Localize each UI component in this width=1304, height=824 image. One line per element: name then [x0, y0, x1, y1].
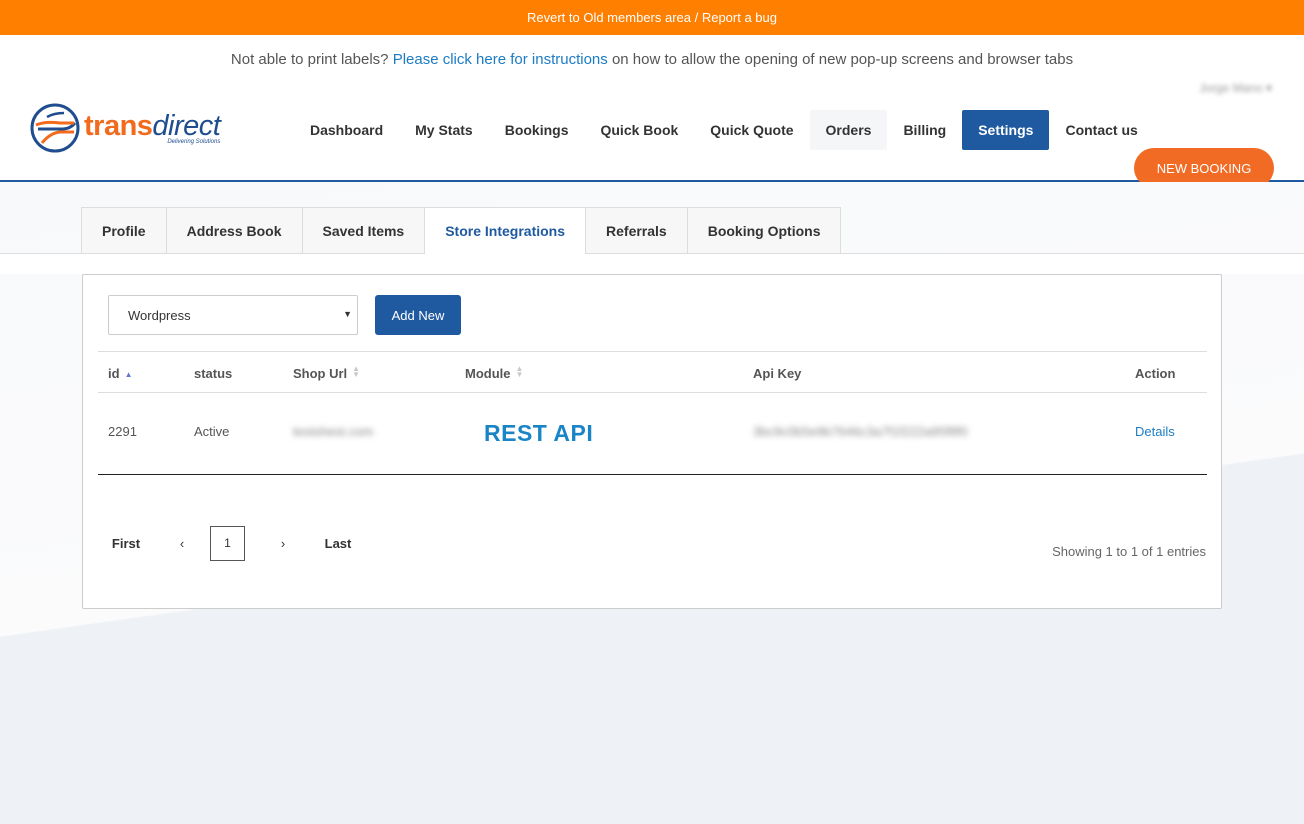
details-link[interactable]: Details	[1135, 424, 1175, 439]
nav-orders[interactable]: Orders	[809, 110, 888, 150]
pagination: First ‹ 1 › Last	[98, 525, 355, 561]
nav-dashboard[interactable]: Dashboard	[294, 110, 399, 150]
sort-icon[interactable]: ▲ ▼	[352, 365, 360, 379]
tab-saved-items[interactable]: Saved Items	[302, 207, 426, 254]
table-row: 2291 Active testshest.com REST API 3bc9c…	[98, 393, 1207, 475]
nav-my-stats[interactable]: My Stats	[399, 110, 489, 150]
cell-module-rest-api: REST API	[484, 420, 594, 446]
column-header-id[interactable]: id ▲	[108, 366, 132, 381]
cell-status: Active	[194, 424, 230, 439]
nav-quick-quote[interactable]: Quick Quote	[694, 110, 809, 150]
user-menu[interactable]: Jorge Mano ▾	[1199, 81, 1272, 95]
column-id-label[interactable]: id	[108, 366, 120, 381]
nav-billing[interactable]: Billing	[887, 110, 962, 150]
integrations-panel: Wordpress ▼ Add New id ▲ status Shop Url ▲…	[82, 274, 1222, 609]
nav-contact-us[interactable]: Contact us	[1049, 110, 1153, 150]
tab-profile[interactable]: Profile	[81, 207, 167, 254]
column-header-api-key: Api Key	[753, 366, 801, 381]
page-first[interactable]: First	[98, 536, 154, 551]
column-header-shop-url[interactable]: Shop Url ▲ ▼	[293, 365, 360, 382]
instructions-link[interactable]: Please click here for instructions	[393, 51, 608, 68]
column-module-label[interactable]: Module	[465, 366, 511, 381]
top-banner-text[interactable]: Revert to Old members area / Report a bu…	[527, 10, 777, 25]
column-status-label: status	[194, 366, 233, 381]
page-prev-chevron-left-icon[interactable]: ‹	[154, 536, 210, 551]
column-api-key-label: Api Key	[753, 366, 802, 381]
logo-word-trans: trans	[84, 109, 153, 142]
top-banner[interactable]: Revert to Old members area / Report a bu…	[0, 0, 1304, 35]
settings-tabs: Profile Address Book Saved Items Store I…	[81, 207, 842, 255]
tab-address-book[interactable]: Address Book	[166, 207, 303, 254]
add-new-button[interactable]: Add New	[375, 295, 461, 335]
nav-quick-book[interactable]: Quick Book	[584, 110, 694, 150]
entries-info: Showing 1 to 1 of 1 entries	[1052, 544, 1206, 559]
sort-asc-icon[interactable]: ▲	[125, 371, 133, 379]
settings-tabs-bar: Profile Address Book Saved Items Store I…	[0, 207, 1304, 255]
caret-down-icon[interactable]: ▼	[343, 309, 352, 319]
cell-shop-url: testshest.com	[293, 424, 374, 439]
column-header-module[interactable]: Module ▲ ▼	[465, 365, 524, 382]
tab-content-top	[0, 254, 1304, 274]
logo-tagline: Delivering Solutions	[167, 138, 221, 145]
logo-mark-icon	[30, 103, 80, 153]
column-action-label: Action	[1135, 366, 1176, 381]
user-name[interactable]: Jorge Mano	[1199, 81, 1262, 95]
column-shop-url-label[interactable]: Shop Url	[293, 366, 347, 381]
column-header-status: status	[194, 366, 232, 381]
notice-text-before: Not able to print labels?	[230, 51, 389, 68]
cell-id: 2291	[108, 424, 137, 439]
platform-select-value[interactable]: Wordpress	[128, 308, 191, 323]
nav-bookings[interactable]: Bookings	[489, 110, 585, 150]
page-next-chevron-right-icon[interactable]: ›	[245, 536, 321, 551]
transdirect-logo[interactable]: transdirect Delivering Solutions	[30, 103, 221, 153]
site-header: Not able to print labels? Please click h…	[0, 35, 1304, 188]
cell-api-key: 3bc9c0b5e9b7646c3a7f1f222a95f8f0	[753, 424, 968, 439]
notice-text-after: on how to allow the opening of new pop-u…	[611, 51, 1074, 68]
main-nav: Dashboard My Stats Bookings Quick Book Q…	[294, 110, 1154, 150]
page-last[interactable]: Last	[321, 536, 355, 551]
platform-select[interactable]: Wordpress ▼	[108, 295, 358, 335]
column-header-action: Action	[1135, 366, 1175, 381]
tab-referrals[interactable]: Referrals	[586, 207, 688, 254]
print-notice: Not able to print labels? Please click h…	[0, 35, 1304, 68]
page-number-1[interactable]: 1	[210, 525, 245, 561]
logo-word-direct: direct	[152, 109, 221, 142]
sort-icon[interactable]: ▲ ▼	[516, 365, 524, 379]
tab-store-integrations[interactable]: Store Integrations	[425, 207, 587, 255]
tab-booking-options[interactable]: Booking Options	[687, 207, 842, 254]
table-header: id ▲ status Shop Url ▲ ▼ Module ▲ ▼ Api Key A…	[98, 351, 1207, 393]
nav-settings[interactable]: Settings	[962, 110, 1050, 150]
